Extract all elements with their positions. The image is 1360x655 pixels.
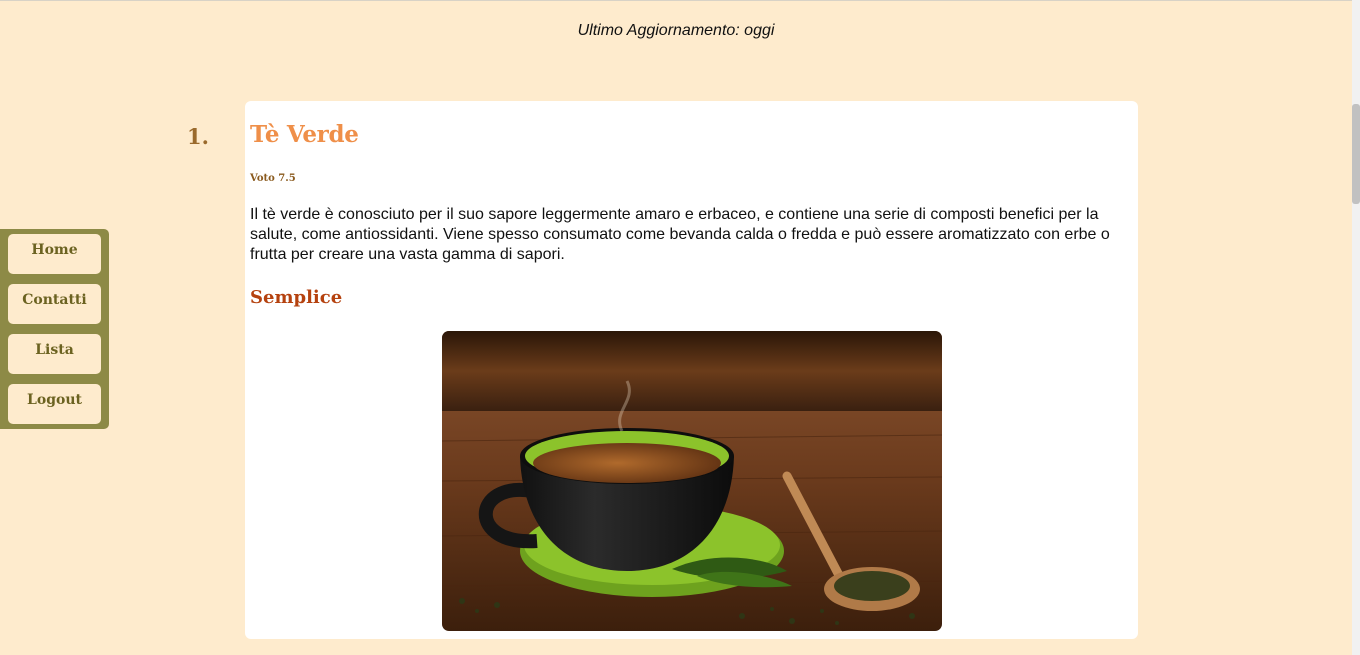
sidebar-item-contatti[interactable]: Contatti — [8, 284, 101, 324]
rating-label: Voto 7.5 — [250, 173, 296, 184]
last-updated-text: Ultimo Aggiornamento: oggi — [577, 22, 775, 39]
list-item-number: 1. — [187, 124, 209, 149]
page: Ultimo Aggiornamento: oggi Home Contatti… — [0, 0, 1360, 655]
tea-card: Tè Verde Voto 7.5 Il tè verde è conosciu… — [245, 101, 1138, 639]
sidebar-item-home[interactable]: Home — [8, 234, 101, 274]
sidebar-nav: Home Contatti Lista Logout — [0, 229, 109, 429]
top-divider — [0, 0, 1360, 1]
tea-description: Il tè verde è conosciuto per il suo sapo… — [250, 206, 1110, 263]
difficulty-label: Semplice — [250, 287, 343, 308]
scrollbar-thumb[interactable] — [1352, 104, 1360, 204]
tea-title: Tè Verde — [250, 121, 359, 148]
page-scrollbar[interactable] — [1352, 0, 1360, 655]
sidebar-item-lista[interactable]: Lista — [8, 334, 101, 374]
green-tea-cup-photo — [442, 331, 942, 631]
sidebar-item-logout[interactable]: Logout — [8, 384, 101, 424]
